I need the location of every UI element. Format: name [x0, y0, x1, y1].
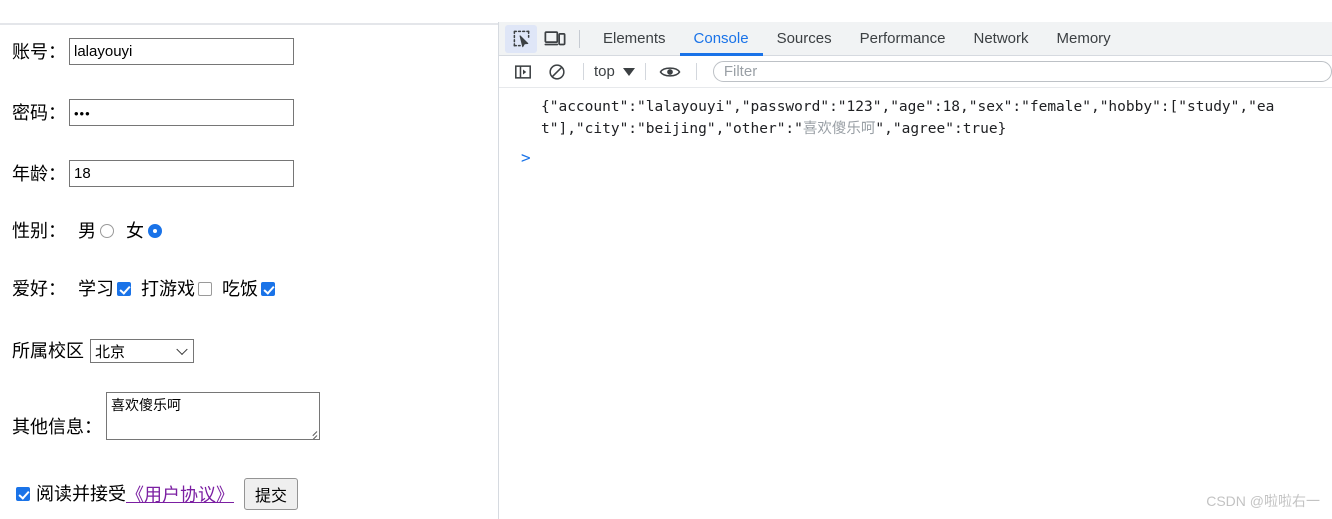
screenshot-root: 账号： lalayouyi 密码： ••• 年龄： 18 性别： 男 女 爱好：…: [0, 0, 1332, 519]
console-sidebar-button[interactable]: [507, 58, 539, 86]
console-toolbar-divider-1: [583, 63, 584, 80]
checkbox-study[interactable]: [117, 282, 131, 296]
radio-male[interactable]: [100, 224, 114, 238]
caret-down-icon: [622, 67, 635, 76]
console-output-area[interactable]: {"account":"lalayouyi","password":"123",…: [499, 88, 1332, 518]
live-expression-button[interactable]: [654, 58, 686, 86]
checkbox-game[interactable]: [198, 282, 212, 296]
device-toolbar-icon: [544, 31, 566, 46]
tab-memory[interactable]: Memory: [1043, 22, 1125, 56]
other-textarea-value: 喜欢傻乐呵: [111, 397, 181, 413]
account-input[interactable]: lalayouyi: [69, 38, 294, 65]
user-agreement-link[interactable]: 《用户协议》: [126, 481, 234, 507]
campus-label: 所属校区: [12, 341, 84, 361]
field-row-age: 年龄： 18: [12, 160, 294, 187]
hobby-game-label: 打游戏: [141, 279, 195, 299]
page-top-divider: [0, 23, 498, 25]
password-input[interactable]: •••: [69, 99, 294, 126]
field-row-other: 其他信息： 喜欢傻乐呵: [12, 392, 320, 440]
tab-performance[interactable]: Performance: [846, 22, 960, 56]
tab-network[interactable]: Network: [959, 22, 1042, 56]
inspect-element-button[interactable]: [505, 24, 537, 53]
hobby-study-label: 学习: [78, 279, 114, 299]
watermark: CSDN @啦啦右一: [1206, 493, 1320, 509]
console-message: {"account":"lalayouyi","password":"123",…: [499, 88, 1332, 140]
console-toolbar-divider-3: [695, 63, 697, 80]
console-sidebar-icon: [515, 64, 531, 79]
tab-sources[interactable]: Sources: [763, 22, 846, 56]
console-message-line2-post: ","agree":true}: [875, 121, 1007, 137]
campus-select[interactable]: 北京: [90, 339, 194, 363]
execution-context-selector[interactable]: top: [592, 63, 637, 80]
field-row-account: 账号： lalayouyi: [12, 38, 294, 65]
clear-console-icon: [549, 63, 565, 80]
checkbox-agree[interactable]: [16, 487, 30, 501]
web-page-pane: 账号： lalayouyi 密码： ••• 年龄： 18 性别： 男 女 爱好：…: [0, 0, 498, 519]
account-label: 账号：: [12, 41, 66, 62]
other-textarea[interactable]: 喜欢傻乐呵: [106, 392, 320, 440]
clear-console-button[interactable]: [541, 58, 573, 86]
password-label: 密码：: [12, 102, 66, 123]
hobby-label: 爱好：: [12, 279, 66, 299]
agreement-text: 阅读并接受: [36, 484, 126, 504]
age-label: 年龄：: [12, 163, 66, 184]
console-message-line1: {"account":"lalayouyi","password":"123",…: [541, 99, 1170, 115]
sex-male-label: 男: [78, 221, 96, 241]
devtools-tabbar: Elements Console Sources Performance Net…: [499, 22, 1332, 56]
console-prompt-row[interactable]: >: [499, 140, 1332, 167]
resize-handle-icon[interactable]: [305, 426, 318, 439]
chevron-down-icon: [176, 343, 188, 356]
field-row-campus: 所属校区 北京: [12, 339, 194, 363]
submit-button[interactable]: 提交: [244, 478, 299, 510]
devtools-panel: Elements Console Sources Performance Net…: [498, 22, 1332, 519]
field-row-hobby: 爱好： 学习 打游戏 吃饭: [12, 280, 275, 298]
tab-elements[interactable]: Elements: [589, 22, 680, 56]
tab-console[interactable]: Console: [679, 22, 763, 56]
live-expression-eye-icon: [659, 66, 681, 77]
inspect-element-icon: [513, 30, 529, 48]
console-toolbar-divider-2: [644, 63, 646, 80]
checkbox-eat[interactable]: [261, 282, 275, 296]
hobby-eat-label: 吃饭: [222, 279, 258, 299]
sex-label: 性别：: [12, 221, 66, 241]
console-toolbar: top Filter: [499, 56, 1332, 88]
campus-select-value: 北京: [95, 343, 126, 361]
console-prompt-arrow-icon: >: [521, 148, 531, 167]
console-message-line2-cn: 喜欢傻乐呵: [802, 121, 876, 137]
other-label: 其他信息：: [12, 417, 102, 437]
execution-context-value: top: [594, 63, 615, 80]
radio-female[interactable]: [148, 224, 162, 238]
console-filter-placeholder: Filter: [723, 63, 758, 80]
tabbar-divider: [579, 29, 580, 48]
device-toolbar-button[interactable]: [539, 25, 571, 53]
field-row-sex: 性别： 男 女: [12, 222, 162, 240]
agreement-row: 阅读并接受 《用户协议》 提交: [16, 478, 299, 510]
field-row-password: 密码： •••: [12, 99, 294, 126]
sex-female-label: 女: [126, 221, 144, 241]
console-filter-input[interactable]: Filter: [712, 61, 1332, 82]
age-input[interactable]: 18: [69, 160, 294, 187]
